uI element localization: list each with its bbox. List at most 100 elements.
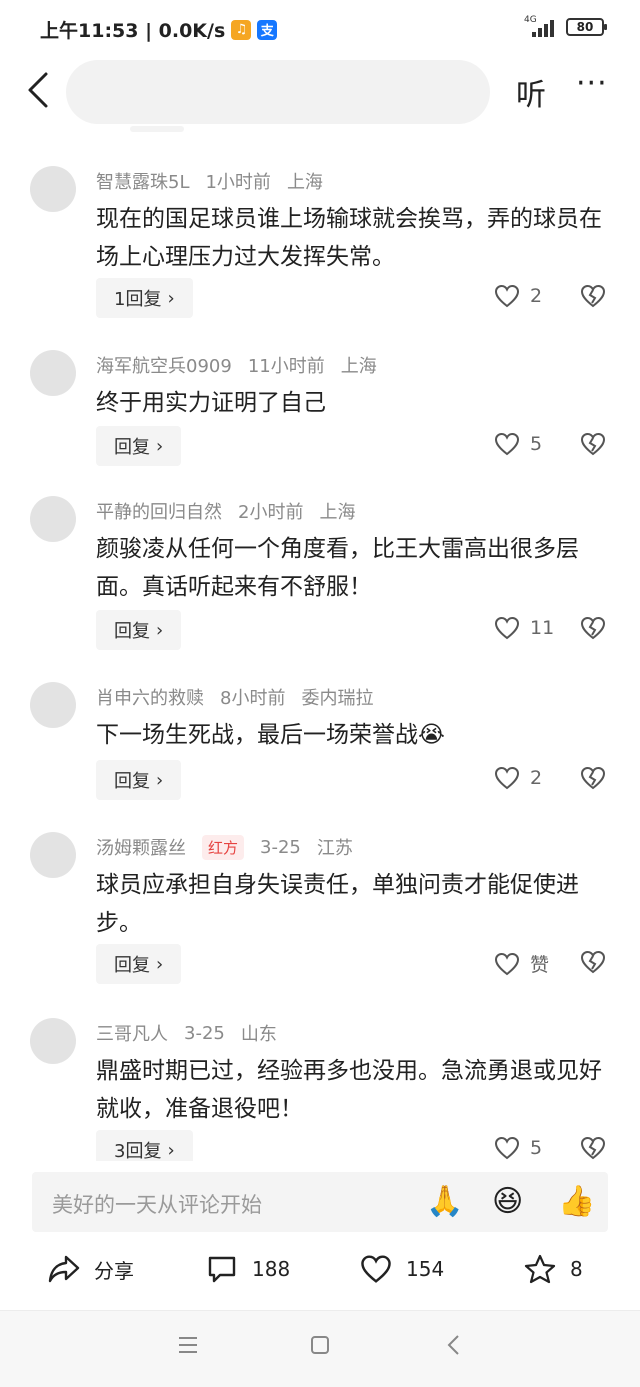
comment-username[interactable]: 汤姆颗露丝 (96, 834, 186, 860)
reply-label: 回复 (114, 771, 150, 792)
chevron-right-icon: › (156, 435, 164, 457)
reply-label: 3回复 (114, 1141, 162, 1161)
comment-input-placeholder: 美好的一天从评论开始 (52, 1193, 262, 1217)
avatar[interactable] (30, 166, 76, 212)
like-button[interactable]: 11 (494, 616, 554, 640)
dislike-button[interactable] (580, 616, 606, 644)
battery-icon: 80 (566, 18, 607, 36)
back-triangle-icon (447, 1335, 459, 1355)
avatar[interactable] (30, 682, 76, 728)
thumbs-up-emoji-icon[interactable]: 👍 (558, 1184, 595, 1219)
comment-text: 终于用实力证明了自己 (96, 390, 326, 416)
broken-heart-icon (580, 1136, 606, 1160)
avatar[interactable] (30, 1018, 76, 1064)
like-button[interactable]: 5 (494, 432, 542, 456)
dislike-button[interactable] (580, 1136, 606, 1161)
chevron-right-icon: › (156, 953, 164, 975)
more-options-button[interactable]: ··· (576, 66, 608, 101)
broken-heart-icon (580, 284, 606, 308)
favorites-count: 8 (570, 1257, 583, 1281)
system-back-button[interactable] (442, 1333, 466, 1361)
home-button[interactable] (308, 1333, 332, 1361)
avatar[interactable] (30, 832, 76, 878)
reply-label: 1回复 (114, 289, 162, 310)
recent-apps-button[interactable] (176, 1333, 200, 1361)
reply-button[interactable]: 1回复 › (96, 278, 193, 318)
reply-button[interactable]: 回复 › (96, 944, 182, 984)
comment-text: 现在的国足球员谁上场输球就会挨骂，弄的球员在场上心理压力过大发挥失常。 (96, 206, 602, 270)
comment-list[interactable]: 智慧露珠5L 1小时前 上海 现在的国足球员谁上场输球就会挨骂，弄的球员在场上心… (0, 126, 640, 1161)
comment-time: 8小时前 (220, 688, 286, 709)
reply-button[interactable]: 回复 › (96, 426, 182, 466)
heart-icon (494, 284, 520, 308)
title-search-pill[interactable] (66, 60, 490, 124)
top-bar: 听 ··· (0, 56, 640, 126)
chevron-right-icon: › (156, 619, 164, 641)
reply-button[interactable]: 回复 › (96, 610, 182, 650)
action-bar: 分享 188 154 8 (0, 1244, 640, 1304)
comment-time: 11小时前 (247, 356, 325, 377)
comment-username[interactable]: 肖申六的救赎 (96, 684, 204, 710)
pray-emoji-icon[interactable]: 🙏 (426, 1184, 463, 1219)
comment-time: 3-25 (260, 836, 301, 858)
likes-count: 154 (406, 1257, 445, 1281)
reply-button[interactable]: 3回复 › (96, 1130, 193, 1161)
share-icon (48, 1255, 80, 1283)
like-count: 赞 (530, 954, 550, 976)
heart-icon (494, 432, 520, 456)
square-home-icon (311, 1336, 329, 1354)
comment-time: 3-25 (184, 1022, 225, 1044)
comment-meta: 三哥凡人 3-25 山东 (96, 1020, 277, 1046)
alipay-icon: 支 (257, 19, 278, 40)
comment-time: 1小时前 (205, 172, 271, 193)
like-button[interactable]: 赞 (494, 950, 549, 977)
dislike-button[interactable] (580, 766, 606, 794)
dislike-button[interactable] (580, 432, 606, 460)
comment-text: 鼎盛时期已过，经验再多也没用。急流勇退或见好就收，准备退役吧！ (96, 1058, 602, 1122)
comment-meta: 肖申六的救赎 8小时前 委内瑞拉 (96, 684, 373, 710)
status-bar: 上午11:53 | 0.0K/s ♫ 支 4G 80 (0, 0, 640, 56)
like-count: 2 (530, 767, 543, 789)
comment-meta: 平静的回归自然 2小时前 上海 (96, 498, 355, 524)
scroll-remnant (130, 126, 184, 132)
dislike-button[interactable] (580, 284, 606, 312)
heart-icon (494, 616, 520, 640)
broken-heart-icon (580, 432, 606, 456)
share-button[interactable]: 分享 (48, 1254, 134, 1284)
user-badge: 红方 (202, 834, 245, 860)
avatar[interactable] (30, 496, 76, 542)
laugh-emoji-icon[interactable]: 😆 (492, 1184, 523, 1219)
favorite-button[interactable]: 8 (524, 1254, 583, 1284)
comment-meta: 海军航空兵0909 11小时前 上海 (96, 352, 377, 378)
avatar[interactable] (30, 350, 76, 396)
reply-button[interactable]: 回复 › (96, 760, 182, 800)
comment-username[interactable]: 智慧露珠5L (96, 168, 189, 194)
comment-username[interactable]: 平静的回归自然 (96, 498, 222, 524)
back-arrow-icon (28, 72, 48, 108)
comment-username[interactable]: 三哥凡人 (96, 1020, 168, 1046)
comment-username[interactable]: 海军航空兵0909 (96, 352, 232, 378)
like-button[interactable]: 2 (494, 766, 542, 790)
comment-meta: 智慧露珠5L 1小时前 上海 (96, 168, 323, 194)
comment-input[interactable]: 美好的一天从评论开始 🙏 😆 👍 (32, 1172, 608, 1232)
comment-icon (208, 1256, 236, 1283)
heart-icon (494, 952, 520, 975)
comment-location: 上海 (319, 502, 356, 523)
broken-heart-icon (580, 950, 606, 974)
listen-button[interactable]: 听 (516, 70, 546, 114)
comment-location: 上海 (340, 356, 377, 377)
comment-location: 委内瑞拉 (301, 688, 374, 709)
heart-icon (361, 1255, 391, 1283)
like-post-button[interactable]: 154 (360, 1254, 444, 1284)
like-count: 5 (530, 433, 543, 455)
dislike-button[interactable] (580, 950, 606, 978)
comment-text: 下一场生死战，最后一场荣誉战😭 (96, 722, 445, 748)
like-button[interactable]: 2 (494, 284, 542, 308)
comments-button[interactable]: 188 (206, 1254, 290, 1284)
share-label: 分享 (94, 1258, 134, 1283)
star-icon (524, 1254, 556, 1284)
back-button[interactable] (22, 70, 58, 110)
like-button[interactable]: 5 (494, 1136, 542, 1160)
reply-label: 回复 (114, 437, 150, 458)
comment-time: 2小时前 (238, 502, 304, 523)
